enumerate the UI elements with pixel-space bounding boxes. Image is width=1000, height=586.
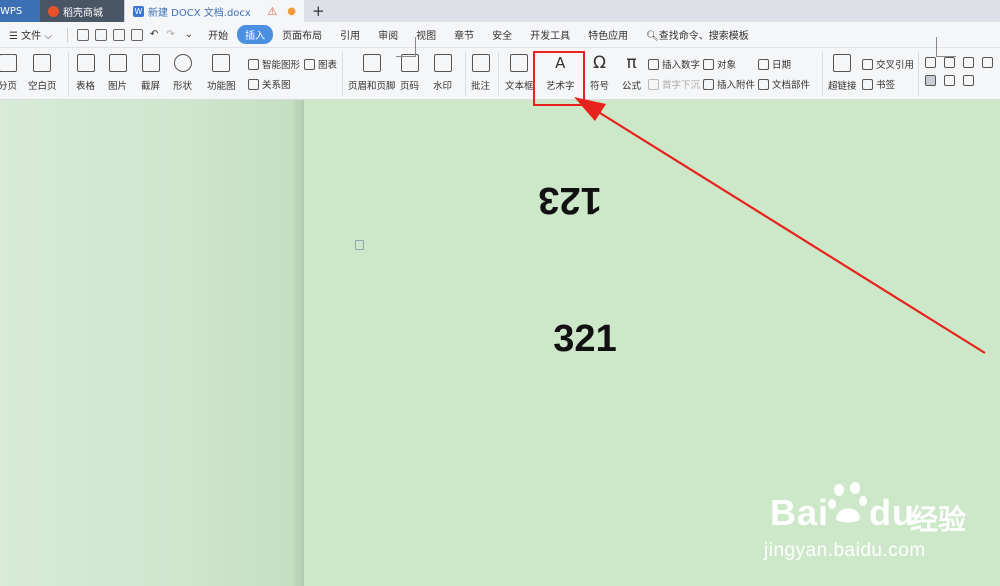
baidu-brand-text: Bai du [770,492,915,534]
watermark-url: jingyan.baidu.com [764,540,926,561]
jingyan-text: 经验 [910,504,967,535]
baidu-brand-bai: Bai [770,492,830,533]
baidu-brand-du: du [869,492,916,533]
baidu-watermark: Bai du 经验 jingyan.baidu.com [760,480,990,570]
